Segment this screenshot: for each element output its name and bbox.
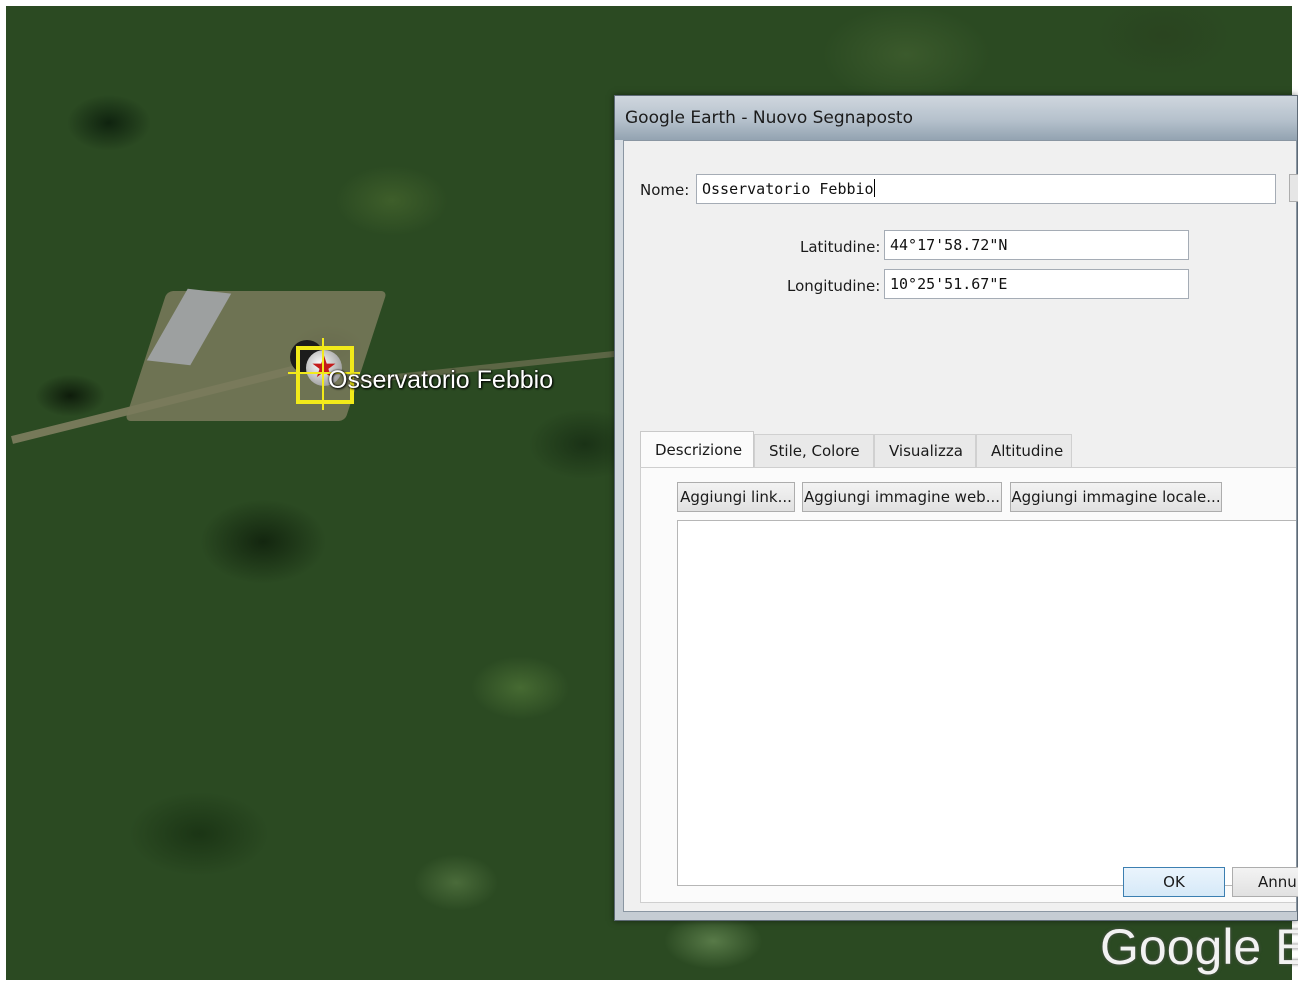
add-link-button[interactable]: Aggiungi link...: [677, 482, 795, 512]
tab-descrizione[interactable]: Descrizione: [640, 431, 754, 468]
name-field-value: Osservatorio Febbio: [702, 180, 874, 198]
name-field[interactable]: Osservatorio Febbio: [696, 174, 1276, 204]
tab-visualizza[interactable]: Visualizza: [874, 434, 976, 467]
cancel-button[interactable]: Annu: [1232, 867, 1298, 897]
description-textarea[interactable]: [677, 520, 1296, 886]
tab-stile-colore[interactable]: Stile, Colore: [754, 434, 874, 467]
new-placemark-dialog: Google Earth - Nuovo Segnaposto Nome: Os…: [614, 95, 1298, 921]
longitude-field[interactable]: 10°25'51.67"E: [884, 269, 1189, 299]
tab-altitudine[interactable]: Altitudine: [976, 434, 1072, 467]
text-caret: [873, 179, 875, 197]
placemark-label[interactable]: Osservatorio Febbio: [328, 366, 553, 395]
name-label: Nome:: [640, 181, 690, 199]
description-tab-panel: Aggiungi link... Aggiungi immagine web..…: [640, 467, 1296, 903]
latitude-label: Latitudine:: [800, 238, 881, 256]
longitude-label: Longitudine:: [787, 277, 881, 295]
placemark-icon-button[interactable]: [1289, 174, 1298, 202]
dialog-body: Nome: Osservatorio Febbio Latitudine: 44…: [623, 140, 1298, 912]
dialog-title[interactable]: Google Earth - Nuovo Segnaposto: [615, 96, 1297, 140]
google-earth-watermark: Google Ea: [1100, 919, 1298, 975]
add-local-image-button[interactable]: Aggiungi immagine locale...: [1010, 482, 1222, 512]
ok-button[interactable]: OK: [1123, 867, 1225, 897]
add-web-image-button[interactable]: Aggiungi immagine web...: [802, 482, 1002, 512]
latitude-field[interactable]: 44°17'58.72"N: [884, 230, 1189, 260]
